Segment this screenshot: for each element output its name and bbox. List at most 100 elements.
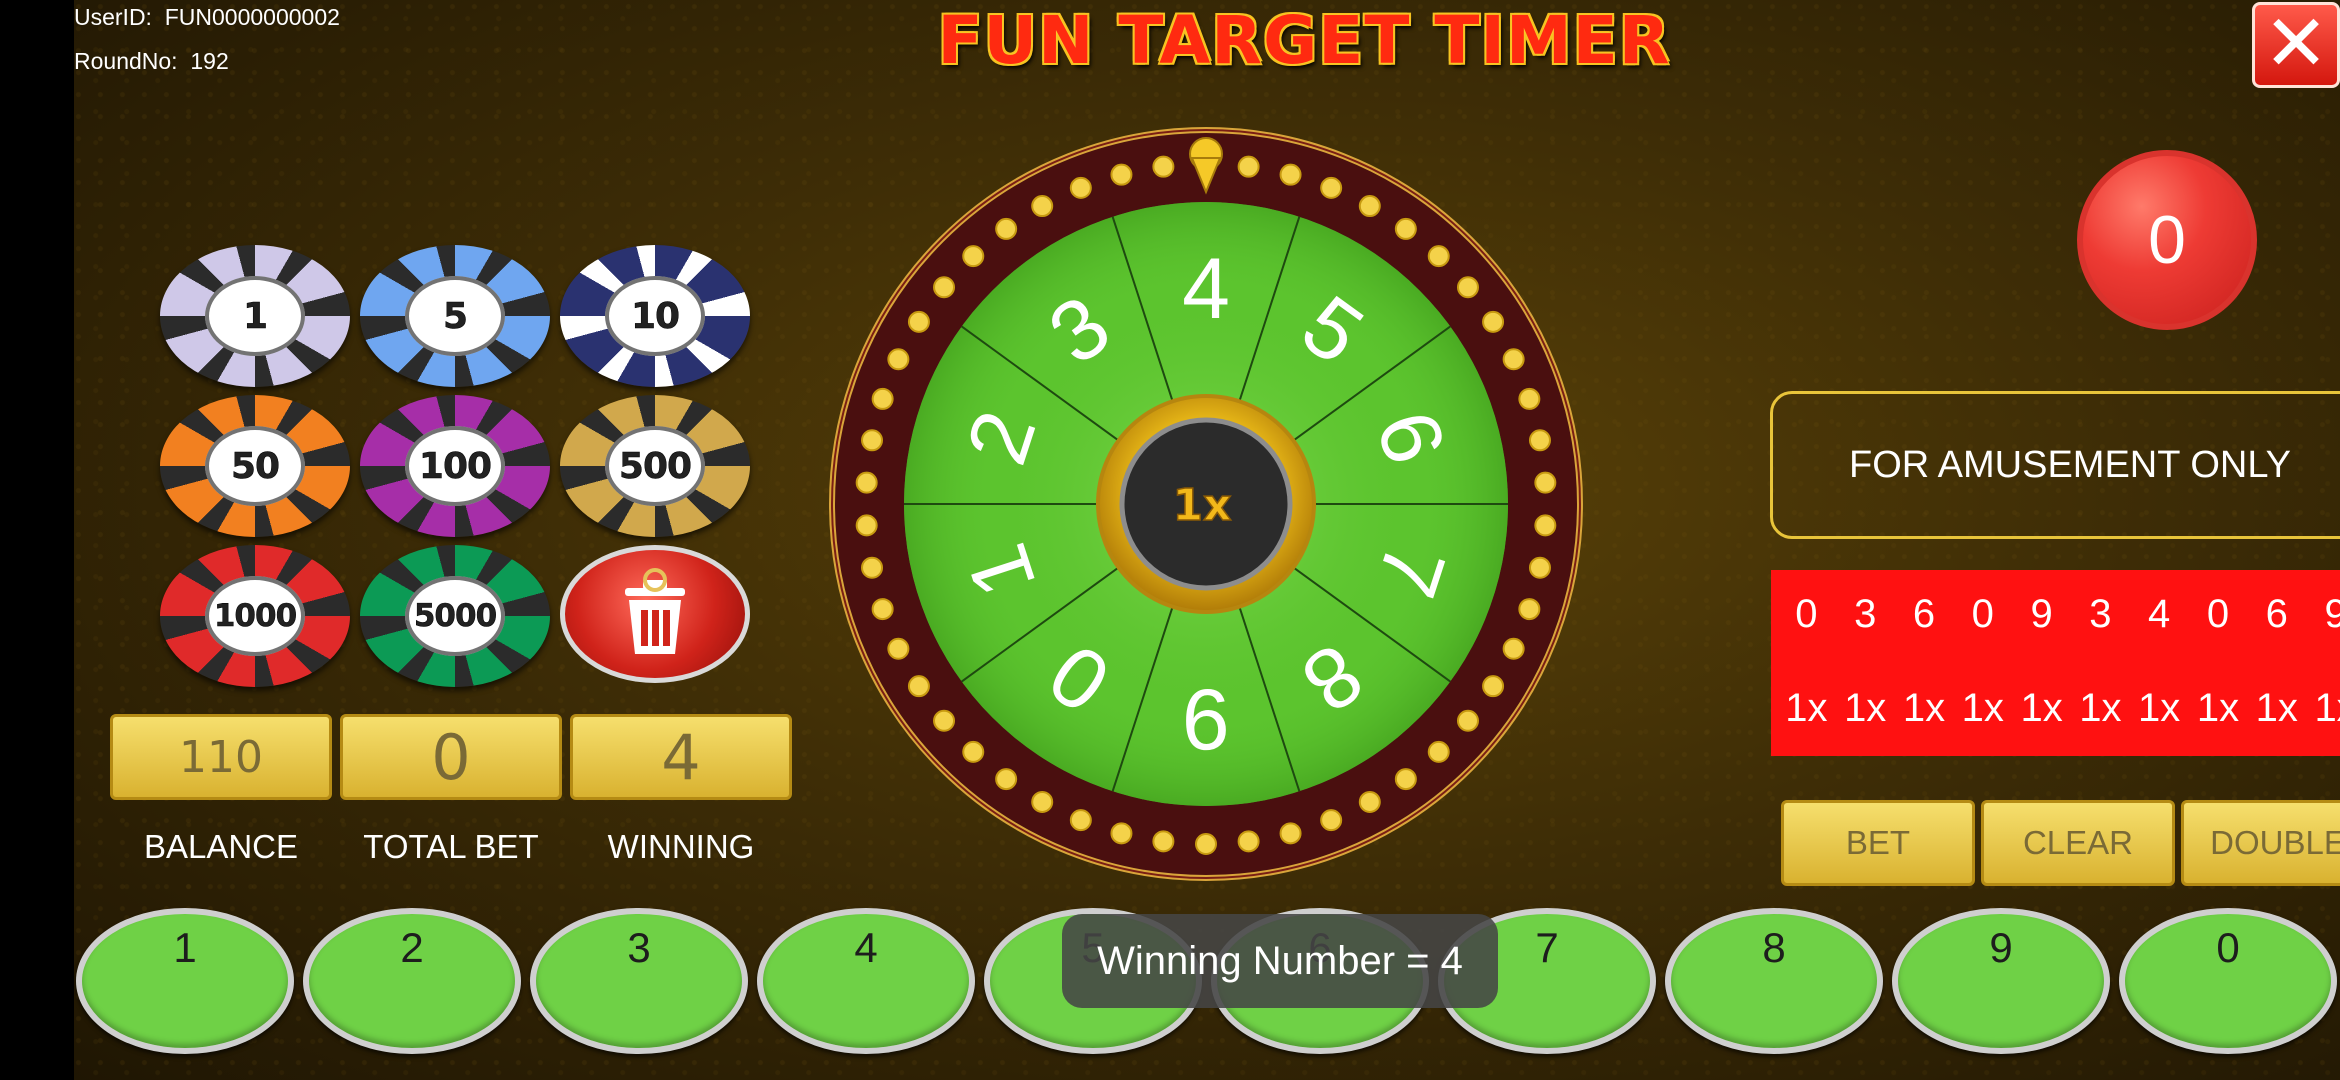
winning-label: WINNING <box>607 828 755 865</box>
wheel-light <box>933 709 956 732</box>
bet-slot-1[interactable]: 1 <box>76 908 294 1054</box>
wheel-light <box>1069 176 1092 199</box>
wheel-light <box>962 245 985 268</box>
bet-button[interactable]: BET <box>1781 800 1975 886</box>
wheel-light <box>1279 163 1302 186</box>
wheel-light <box>1031 790 1054 813</box>
wheel-light <box>1427 740 1450 763</box>
chip-value: 1 <box>242 295 269 337</box>
user-id-value: FUN0000000002 <box>164 4 340 30</box>
wheel-light <box>1394 768 1417 791</box>
history-multipliers-row: 1x 1x 1x 1x 1x 1x 1x 1x 1x 1x <box>1771 686 2340 731</box>
wheel-light <box>1110 822 1133 845</box>
history-numbers-row: 0360934069 <box>1771 592 2340 637</box>
history-multiplier: 1x <box>2314 686 2340 730</box>
chip-5[interactable]: 5 <box>360 245 550 387</box>
bet-slot-0[interactable]: 0 <box>2119 908 2337 1054</box>
chip-face: 1 <box>205 276 305 356</box>
wheel-center-multiplier: 1x <box>1173 480 1232 531</box>
bet-slot-label: 0 <box>2216 924 2240 971</box>
wheel-light <box>1518 387 1541 410</box>
chip-value: 1000 <box>213 598 298 635</box>
chip-face: 5 <box>405 276 505 356</box>
bet-slot-label: 3 <box>627 924 651 971</box>
chip-face: 500 <box>605 426 705 506</box>
wheel-light <box>1528 429 1551 452</box>
wheel-light <box>995 768 1018 791</box>
wheel-light <box>995 217 1018 240</box>
chip-face: 100 <box>405 426 505 506</box>
chip-1[interactable]: 1 <box>160 245 350 387</box>
trash-icon <box>625 568 685 654</box>
double-button[interactable]: DOUBLE <box>2181 800 2340 886</box>
user-id-info: UserID: FUN0000000002 <box>74 4 340 31</box>
wheel-light <box>1152 155 1175 178</box>
bet-slot-label: 4 <box>854 924 878 971</box>
wheel-light <box>1320 809 1343 832</box>
wheel-light <box>1518 598 1541 621</box>
round-label: RoundNo: <box>74 48 178 74</box>
clear-bets-button[interactable] <box>560 545 750 683</box>
result-history: 0360934069 1x1x1x1x1x1x1x1x1x1x <box>1771 570 2340 756</box>
close-icon: ✕ <box>2263 0 2329 89</box>
chip-1000[interactable]: 1000 <box>160 545 350 687</box>
chip-value: 50 <box>230 445 281 487</box>
wheel-light <box>907 310 930 333</box>
wheel-light <box>1502 348 1525 371</box>
chip-5000[interactable]: 5000 <box>360 545 550 687</box>
bet-slot-9[interactable]: 9 <box>1892 908 2110 1054</box>
user-id-label: UserID: <box>74 4 152 30</box>
history-number: 0 <box>1795 592 1818 636</box>
history-number: 0 <box>1971 592 1994 636</box>
history-number: 9 <box>2030 592 2053 636</box>
bet-slot-4[interactable]: 4 <box>757 908 975 1054</box>
history-multiplier: 1x <box>2020 686 2063 730</box>
spin-wheel: 4 567890123 1x <box>829 127 1583 881</box>
total-bet-label: TOTAL BET <box>363 828 539 865</box>
round-info: RoundNo: 192 <box>74 48 229 75</box>
wheel-light <box>1069 809 1092 832</box>
bet-slot-3[interactable]: 3 <box>530 908 748 1054</box>
bet-slot-label: 1 <box>173 924 197 971</box>
chip-10[interactable]: 10 <box>560 245 750 387</box>
history-multiplier: 1x <box>2255 686 2298 730</box>
history-number: 9 <box>2324 592 2340 636</box>
wheel-number: 9 <box>1182 671 1230 767</box>
history-multiplier: 1x <box>2196 686 2240 730</box>
bet-slot-8[interactable]: 8 <box>1665 908 1883 1054</box>
winning-number-toast: Winning Number = 4 <box>1062 914 1498 1008</box>
countdown-timer: 0 <box>2077 150 2257 330</box>
wheel-light <box>1528 556 1551 579</box>
wheel-light <box>1152 830 1175 853</box>
history-multiplier: 1x <box>1902 686 1946 730</box>
wheel-light <box>1534 471 1557 494</box>
wheel-light <box>887 637 910 660</box>
game-title: FUN TARGET TIMER <box>937 2 1671 79</box>
balance-box: 110 <box>110 714 332 800</box>
game-stage: UserID: FUN0000000002 RoundNo: 192 FUN T… <box>74 0 2340 1080</box>
wheel-light <box>1534 514 1557 537</box>
bet-slot-label: 9 <box>1989 924 2013 971</box>
history-number: 4 <box>2148 592 2171 636</box>
chip-value: 10 <box>630 295 681 337</box>
chip-value: 100 <box>418 445 493 487</box>
wheel-number: 4 <box>1182 241 1230 337</box>
chip-100[interactable]: 100 <box>360 395 550 537</box>
wheel-light <box>871 598 894 621</box>
history-multiplier: 1x <box>1961 686 2004 730</box>
chip-face: 5000 <box>405 576 505 656</box>
wheel-light <box>855 514 878 537</box>
close-button[interactable]: ✕ <box>2252 2 2340 88</box>
wheel-light <box>1320 176 1343 199</box>
bet-slot-2[interactable]: 2 <box>303 908 521 1054</box>
chip-500[interactable]: 500 <box>560 395 750 537</box>
clear-button[interactable]: CLEAR <box>1981 800 2175 886</box>
chip-50[interactable]: 50 <box>160 395 350 537</box>
history-number: 6 <box>1912 592 1936 636</box>
total-bet-value: 0 <box>431 720 471 794</box>
history-number: 3 <box>1854 592 1877 636</box>
bet-slot-label: 8 <box>1762 924 1786 971</box>
wheel-light <box>1456 709 1479 732</box>
wheel-light <box>933 276 956 299</box>
winning-value: 4 <box>661 720 701 794</box>
